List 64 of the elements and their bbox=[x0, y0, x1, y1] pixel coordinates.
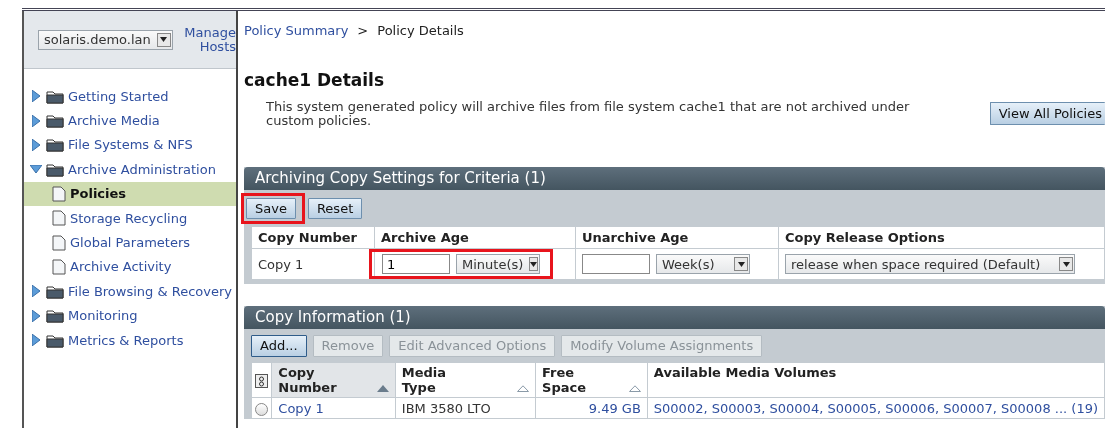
folder-icon bbox=[46, 283, 64, 299]
caret-icon bbox=[529, 257, 539, 271]
sort-arrow-icon[interactable] bbox=[628, 385, 641, 392]
view-all-policies-button[interactable]: View All Policies bbox=[989, 102, 1105, 125]
table-cell: IBM 3580 LTO bbox=[395, 397, 536, 419]
unit-select[interactable]: Week(s) bbox=[656, 254, 750, 274]
document-icon bbox=[52, 210, 66, 227]
unit-select[interactable]: Minute(s) bbox=[456, 254, 540, 274]
expand-arrow-icon[interactable] bbox=[30, 285, 42, 298]
manage-hosts-link[interactable]: Manage Hosts bbox=[176, 25, 236, 54]
toolbar-button[interactable]: Save bbox=[246, 197, 296, 219]
sort-arrow-icon[interactable] bbox=[517, 385, 530, 392]
tree-item[interactable]: File Systems & NFS bbox=[68, 137, 193, 153]
tree-item[interactable]: Metrics & Reports bbox=[68, 332, 184, 348]
page-heading: cache1 Details bbox=[244, 70, 386, 92]
toolbar-button[interactable]: Add... bbox=[251, 334, 307, 357]
description-text: This system generated policy will archive files from file system cache1 that are not archived under custom policies. bbox=[266, 100, 911, 128]
expand-arrow-icon[interactable] bbox=[30, 334, 42, 347]
caret-icon bbox=[156, 32, 171, 47]
caret-icon bbox=[734, 257, 748, 271]
tree-item[interactable]: Storage Recycling bbox=[70, 210, 188, 226]
document-icon bbox=[52, 234, 66, 251]
breadcrumb-current: Policy Details bbox=[377, 23, 464, 40]
panel-header: Archiving Copy Settings for Criteria (1) bbox=[244, 167, 1105, 190]
folder-icon bbox=[46, 137, 64, 153]
collapse-arrow-icon[interactable] bbox=[30, 165, 42, 174]
tree-item[interactable]: Policies bbox=[70, 186, 127, 202]
expand-arrow-icon[interactable] bbox=[30, 90, 42, 103]
tree-item[interactable]: Archive Media bbox=[68, 113, 160, 129]
table-cell: 9.49 GB bbox=[535, 397, 648, 419]
expand-arrow-icon[interactable] bbox=[30, 114, 42, 127]
expand-arrow-icon[interactable] bbox=[30, 309, 42, 322]
unarchive-age-field[interactable] bbox=[582, 254, 650, 274]
column-header: Copy Release Options bbox=[778, 226, 1105, 249]
folder-icon bbox=[46, 88, 64, 104]
folder-icon bbox=[46, 308, 64, 324]
tree-item[interactable]: Archive Administration bbox=[68, 161, 216, 177]
expand-arrow-icon[interactable] bbox=[30, 138, 42, 151]
caret-icon bbox=[1059, 257, 1073, 271]
toolbar-button[interactable]: Reset bbox=[307, 197, 363, 219]
panel-header: Copy Information (1) bbox=[244, 306, 1105, 329]
tree-item[interactable]: Getting Started bbox=[68, 88, 169, 104]
folder-icon bbox=[46, 332, 64, 348]
row-radio[interactable] bbox=[255, 402, 268, 416]
release-select[interactable]: release when space required (Default) bbox=[785, 254, 1075, 274]
folder-icon bbox=[46, 161, 64, 177]
folder-icon bbox=[46, 113, 64, 129]
table-cell: Copy 1 bbox=[251, 248, 375, 280]
document-icon bbox=[52, 185, 66, 202]
tree-item[interactable]: Archive Activity bbox=[70, 259, 172, 275]
tree-item[interactable]: Monitoring bbox=[68, 308, 138, 324]
column-header: Copy Number bbox=[251, 226, 375, 249]
tree-item[interactable]: Global Parameters bbox=[70, 235, 190, 251]
sort-arrow-icon[interactable] bbox=[376, 385, 389, 392]
column-header: Unarchive Age bbox=[575, 226, 779, 249]
archive-age-field[interactable]: 1 bbox=[382, 254, 450, 274]
select-all-icon[interactable] bbox=[255, 373, 268, 388]
column-header: Available Media Volumes bbox=[653, 365, 837, 380]
breadcrumb-link[interactable]: Policy Summary bbox=[244, 23, 349, 43]
breadcrumb-separator: > bbox=[357, 23, 369, 40]
column-header: Archive Age bbox=[374, 226, 576, 249]
document-icon bbox=[52, 258, 66, 275]
tree-item[interactable]: File Browsing & Recovery bbox=[68, 283, 232, 299]
host-select[interactable]: solaris.demo.lan bbox=[38, 29, 173, 50]
